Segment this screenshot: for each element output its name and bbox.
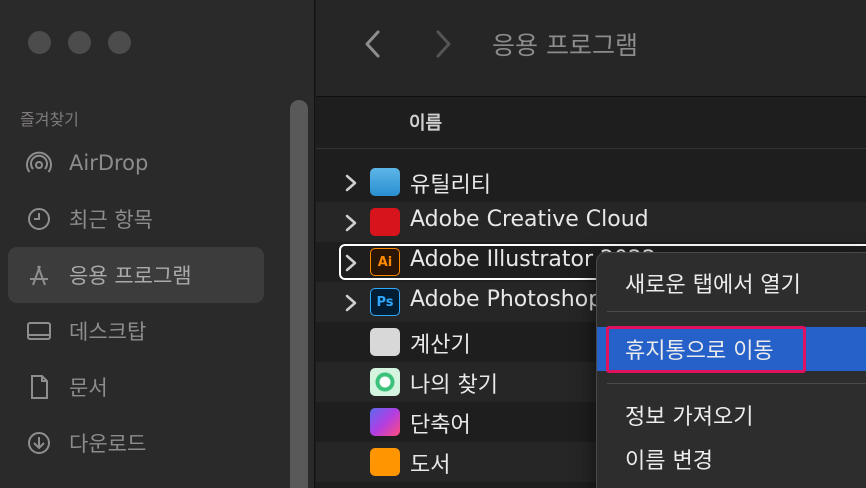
sidebar-item-label: 문서 xyxy=(69,376,108,400)
chevron-right-icon xyxy=(436,30,451,58)
file-name: 유틸리티 xyxy=(410,173,491,198)
airdrop-icon xyxy=(24,148,54,178)
chevron-right-icon[interactable] xyxy=(344,173,360,192)
file-row-creative-cloud[interactable]: Adobe Creative Cloud xyxy=(316,202,866,242)
menu-item-open-in-new-tab[interactable]: 새로운 탭에서 열기 xyxy=(597,261,866,305)
photoshop-icon: Ps xyxy=(370,288,400,316)
window-controls xyxy=(28,31,131,54)
sidebar-item-label: 데스크탑 xyxy=(69,320,147,344)
sidebar-item-label: 응용 프로그램 xyxy=(69,264,192,288)
download-icon xyxy=(24,428,54,458)
close-window-button[interactable] xyxy=(28,31,51,54)
file-name: 단축어 xyxy=(410,413,471,438)
sidebar-item-label: 최근 항목 xyxy=(69,208,153,232)
desktop-icon xyxy=(24,316,54,346)
sidebar-item-label: 다운로드 xyxy=(69,432,147,456)
column-header-name[interactable]: 이름 xyxy=(316,97,866,149)
sidebar-item-airdrop[interactable]: AirDrop xyxy=(8,135,264,191)
calculator-icon xyxy=(370,328,400,356)
file-row-utilities[interactable]: 유틸리티 xyxy=(316,162,866,202)
minimize-window-button[interactable] xyxy=(68,31,91,54)
chevron-right-icon[interactable] xyxy=(344,293,360,312)
sidebar-heading: 즐겨찾기 xyxy=(20,110,79,129)
sidebar-item-recents[interactable]: 최근 항목 xyxy=(8,191,264,247)
file-name: 나의 찾기 xyxy=(410,373,498,398)
sidebar-scrollbar[interactable] xyxy=(290,100,308,488)
file-name: 도서 xyxy=(410,453,451,478)
column-header-label: 이름 xyxy=(409,113,443,134)
chevron-left-icon xyxy=(365,30,380,58)
sidebar-item-applications[interactable]: 응용 프로그램 xyxy=(8,247,264,303)
find-my-icon xyxy=(370,368,400,396)
menu-item-rename[interactable]: 이름 변경 xyxy=(597,437,866,481)
toolbar: 응용 프로그램 xyxy=(316,0,866,97)
sidebar-item-documents[interactable]: 문서 xyxy=(8,359,264,415)
chevron-right-icon[interactable] xyxy=(344,213,360,232)
back-button[interactable] xyxy=(358,27,388,61)
sidebar-item-label: AirDrop xyxy=(69,151,149,175)
window-title: 응용 프로그램 xyxy=(492,31,638,60)
focus-highlight xyxy=(606,326,806,373)
menu-separator xyxy=(607,311,866,312)
document-icon xyxy=(24,372,54,402)
sidebar-item-desktop[interactable]: 데스크탑 xyxy=(8,303,264,359)
sidebar-list: AirDrop 최근 항목 응용 프로그램 데스크탑 문서 다운로드 xyxy=(8,135,264,471)
file-name: 계산기 xyxy=(410,333,471,358)
forward-button[interactable] xyxy=(428,27,458,61)
menu-separator xyxy=(607,383,866,384)
folder-icon xyxy=(370,168,400,196)
sidebar: 즐겨찾기 AirDrop 최근 항목 응용 프로그램 데스크탑 문서 다운로드 xyxy=(0,0,315,488)
creative-cloud-icon xyxy=(370,208,400,236)
context-menu: 새로운 탭에서 열기 휴지통으로 이동 정보 가져오기 이름 변경 xyxy=(596,252,866,488)
menu-item-get-info[interactable]: 정보 가져오기 xyxy=(597,393,866,437)
shortcuts-icon xyxy=(370,408,400,436)
apps-icon xyxy=(24,260,54,290)
file-name: Adobe Creative Cloud xyxy=(410,207,649,232)
sidebar-item-downloads[interactable]: 다운로드 xyxy=(8,415,264,471)
books-icon xyxy=(370,448,400,476)
zoom-window-button[interactable] xyxy=(108,31,131,54)
clock-icon xyxy=(24,204,54,234)
